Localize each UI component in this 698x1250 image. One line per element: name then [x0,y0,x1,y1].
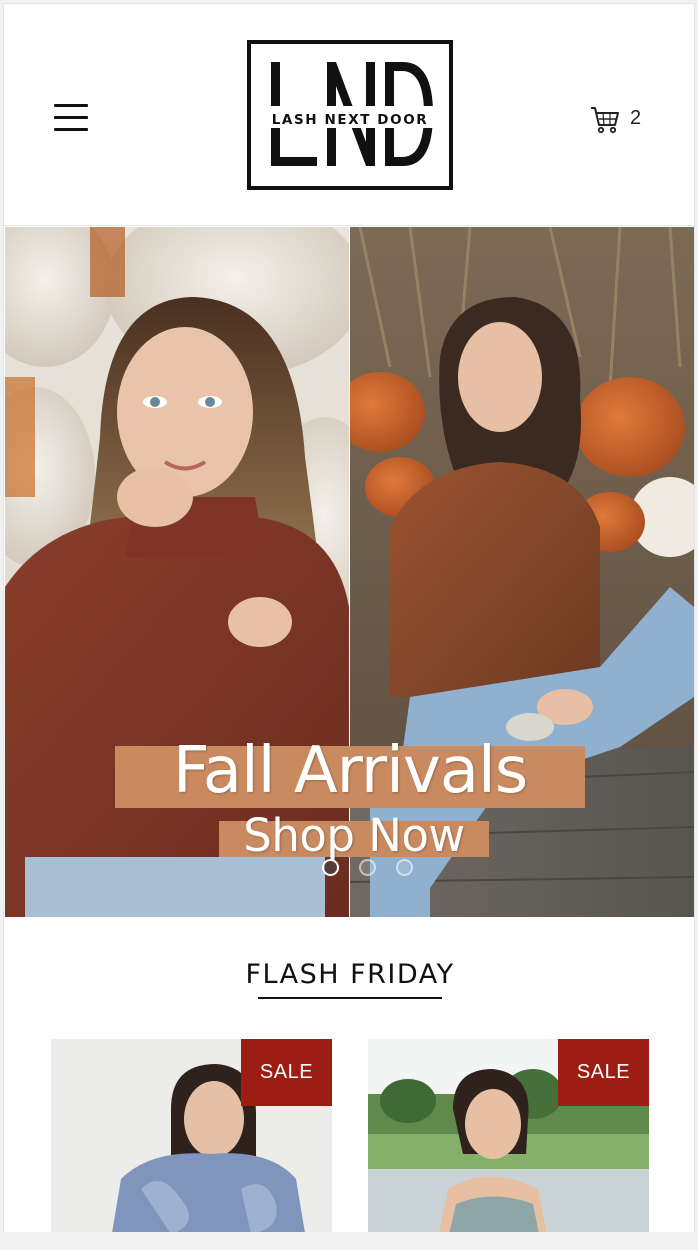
carousel-dots [319,859,419,879]
menu-icon-bar [54,128,88,131]
header-divider [4,225,694,226]
carousel-dot-1[interactable] [322,859,339,876]
carousel-dot-2[interactable] [359,859,376,876]
cart-button[interactable]: 2 [590,104,660,136]
menu-icon-bar [54,116,88,119]
product-card[interactable]: SALE [368,1039,649,1232]
cart-count: 2 [630,107,642,129]
sale-badge: SALE [241,1039,332,1106]
shop-now-button[interactable]: Shop Now [219,809,489,862]
section-underline [258,997,442,999]
hero-title: Fall Arrivals [172,734,528,808]
page-frame: LASH NEXT DOOR 2 Fall Arrivals Shop Now … [3,3,695,1232]
logo-text: LASH NEXT DOOR [271,112,429,128]
carousel-dot-3[interactable] [396,859,413,876]
hero-banner[interactable]: Fall Arrivals Shop Now [5,227,694,917]
menu-icon-bar [54,104,88,107]
sale-badge: SALE [558,1039,649,1106]
cart-icon [591,107,619,134]
site-header: LASH NEXT DOOR 2 [4,4,694,226]
site-logo[interactable]: LASH NEXT DOOR [247,40,453,190]
product-card[interactable]: SALE [51,1039,332,1232]
menu-icon[interactable] [54,104,90,134]
section-title: FLASH FRIDAY [245,959,455,990]
